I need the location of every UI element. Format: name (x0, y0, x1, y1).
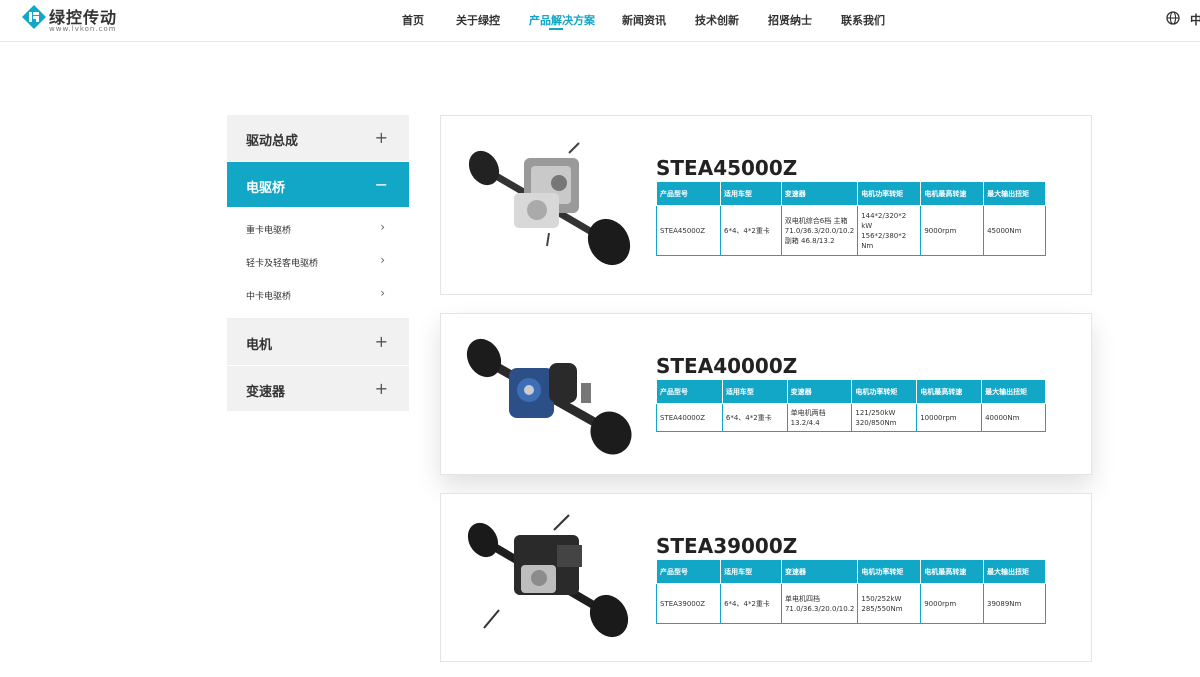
sidebar-item-motor[interactable]: 电机 + (227, 319, 409, 365)
spec-table: 产品型号 适用车型 变速器 电机功率转矩 电机最高转速 最大输出扭矩 STEA4… (656, 379, 1046, 432)
spec-header: 最大输出扭矩 (981, 379, 1046, 404)
spec-header: 电机功率转矩 (857, 181, 922, 206)
spec-vehicle: 6*4、4*2重卡 (720, 205, 782, 256)
minus-icon: − (374, 175, 388, 194)
spec-vehicle: 6*4、4*2重卡 (721, 403, 788, 432)
spec-torque: 39089Nm (983, 583, 1046, 624)
sidebar-subitem-medium[interactable]: 中卡电驱桥 › (227, 279, 409, 312)
nav-tech[interactable]: 技术创新 (695, 12, 739, 28)
product-card[interactable]: STEA40000Z 产品型号 适用车型 变速器 电机功率转矩 电机最高转速 最… (440, 313, 1092, 475)
chevron-right-icon: › (380, 253, 385, 267)
spec-header: 变速器 (780, 181, 859, 206)
spec-header: 变速器 (780, 559, 859, 584)
sidebar-item-label: 电驱桥 (246, 181, 286, 196)
chevron-right-icon: › (380, 220, 385, 234)
nav-home[interactable]: 首页 (402, 12, 424, 28)
nav-news[interactable]: 新闻资讯 (622, 12, 666, 28)
product-title: STEA40000Z (656, 354, 798, 378)
spec-header: 电机功率转矩 (857, 559, 922, 584)
spec-header: 适用车型 (721, 379, 788, 404)
spec-header: 产品型号 (655, 559, 722, 584)
sidebar-subitem-light[interactable]: 轻卡及轻客电驱桥 › (227, 246, 409, 279)
spec-header: 最大输出扭矩 (983, 181, 1046, 206)
nav-careers[interactable]: 招贤纳士 (768, 12, 812, 28)
spec-header: 电机功率转矩 (851, 379, 918, 404)
nav-contact[interactable]: 联系我们 (841, 12, 885, 28)
spec-speed: 10000rpm (916, 403, 983, 432)
language-switch[interactable]: 中 (1190, 11, 1200, 28)
product-title: STEA45000Z (656, 156, 798, 180)
spec-vehicle: 6*4、4*2重卡 (720, 583, 782, 624)
spec-torque: 45000Nm (983, 205, 1046, 256)
spec-header: 适用车型 (720, 559, 782, 584)
spec-header: 电机最高转速 (920, 181, 985, 206)
spec-row: STEA40000Z 6*4、4*2重卡 单电机两档 13.2/4.4 121/… (656, 403, 1046, 432)
plus-icon: + (374, 379, 388, 398)
sidebar-item-e-axle[interactable]: 电驱桥 − (227, 161, 409, 207)
nav-products[interactable]: 产品解决方案 (529, 12, 595, 28)
sidebar-subitem-label: 重卡电驱桥 (246, 226, 292, 236)
spec-gearbox: 双电机综合6档 主箱71.0/36.3/20.0/10.2 副箱 46.8/13… (780, 205, 859, 256)
sidebar-subitem-label: 中卡电驱桥 (246, 292, 292, 302)
spec-header-row: 产品型号 适用车型 变速器 电机功率转矩 电机最高转速 最大输出扭矩 (655, 559, 1046, 584)
spec-header: 电机最高转速 (916, 379, 983, 404)
spec-torque: 40000Nm (981, 403, 1046, 432)
spec-header: 最大输出扭矩 (983, 559, 1046, 584)
spec-header: 变速器 (786, 379, 853, 404)
sidebar-item-transmission[interactable]: 变速器 + (227, 365, 409, 411)
spec-row: STEA45000Z 6*4、4*2重卡 双电机综合6档 主箱71.0/36.3… (655, 205, 1046, 256)
chevron-right-icon: › (380, 286, 385, 300)
nav-active-underline (549, 28, 563, 30)
spec-header: 电机最高转速 (920, 559, 985, 584)
e-axle-product-image (466, 338, 632, 455)
plus-icon: + (374, 128, 388, 147)
spec-speed: 9000rpm (920, 205, 985, 256)
spec-header: 产品型号 (656, 379, 723, 404)
sidebar-item-label: 电机 (246, 338, 273, 353)
e-axle-product-image (468, 142, 631, 266)
spec-row: STEA39000Z 6*4、4*2重卡 单电机四档 71.0/36.3/20.… (655, 583, 1046, 624)
sidebar-item-drive-assembly[interactable]: 驱动总成 + (227, 115, 409, 161)
spec-power: 144*2/320*2 kW 156*2/380*2 Nm (857, 205, 922, 256)
e-axle-product-image (467, 514, 629, 638)
spec-model: STEA45000Z (655, 205, 722, 256)
product-card[interactable]: STEA39000Z 产品型号 适用车型 变速器 电机功率转矩 电机最高转速 最… (440, 493, 1092, 662)
spec-model: STEA39000Z (655, 583, 722, 624)
spec-model: STEA40000Z (656, 403, 723, 432)
site-header: 绿控传动 www.lvkon.com 首页 关于绿控 产品解决方案 新闻资讯 技… (0, 0, 1200, 42)
product-card[interactable]: STEA45000Z 产品型号 适用车型 变速器 电机功率转矩 电机最高转速 最… (440, 115, 1092, 295)
spec-table: 产品型号 适用车型 变速器 电机功率转矩 电机最高转速 最大输出扭矩 STEA4… (655, 181, 1046, 256)
globe-icon[interactable] (1166, 11, 1180, 25)
spec-table: 产品型号 适用车型 变速器 电机功率转矩 电机最高转速 最大输出扭矩 STEA3… (655, 559, 1046, 624)
spec-header: 适用车型 (720, 181, 782, 206)
sidebar-item-label: 变速器 (246, 385, 286, 400)
spec-header-row: 产品型号 适用车型 变速器 电机功率转矩 电机最高转速 最大输出扭矩 (656, 379, 1046, 404)
sidebar-submenu: 重卡电驱桥 › 轻卡及轻客电驱桥 › 中卡电驱桥 › (227, 207, 409, 319)
spec-power: 121/250kW 320/850Nm (851, 403, 918, 432)
sidebar-subitem-label: 轻卡及轻客电驱桥 (246, 259, 319, 269)
spec-speed: 9000rpm (920, 583, 985, 624)
category-sidebar: 驱动总成 + 电驱桥 − 重卡电驱桥 › 轻卡及轻客电驱桥 › 中卡电驱桥 › … (227, 115, 409, 411)
spec-power: 150/252kW 285/550Nm (857, 583, 922, 624)
sidebar-item-label: 驱动总成 (246, 134, 299, 149)
nav-about[interactable]: 关于绿控 (456, 12, 500, 28)
product-title: STEA39000Z (656, 534, 798, 558)
plus-icon: + (374, 332, 388, 351)
sidebar-subitem-heavy[interactable]: 重卡电驱桥 › (227, 213, 409, 246)
main-nav: 首页 关于绿控 产品解决方案 新闻资讯 技术创新 招贤纳士 联系我们 (0, 0, 1200, 42)
spec-header: 产品型号 (655, 181, 722, 206)
spec-gearbox: 单电机四档 71.0/36.3/20.0/10.2 (780, 583, 859, 624)
spec-gearbox: 单电机两档 13.2/4.4 (786, 403, 853, 432)
spec-header-row: 产品型号 适用车型 变速器 电机功率转矩 电机最高转速 最大输出扭矩 (655, 181, 1046, 206)
